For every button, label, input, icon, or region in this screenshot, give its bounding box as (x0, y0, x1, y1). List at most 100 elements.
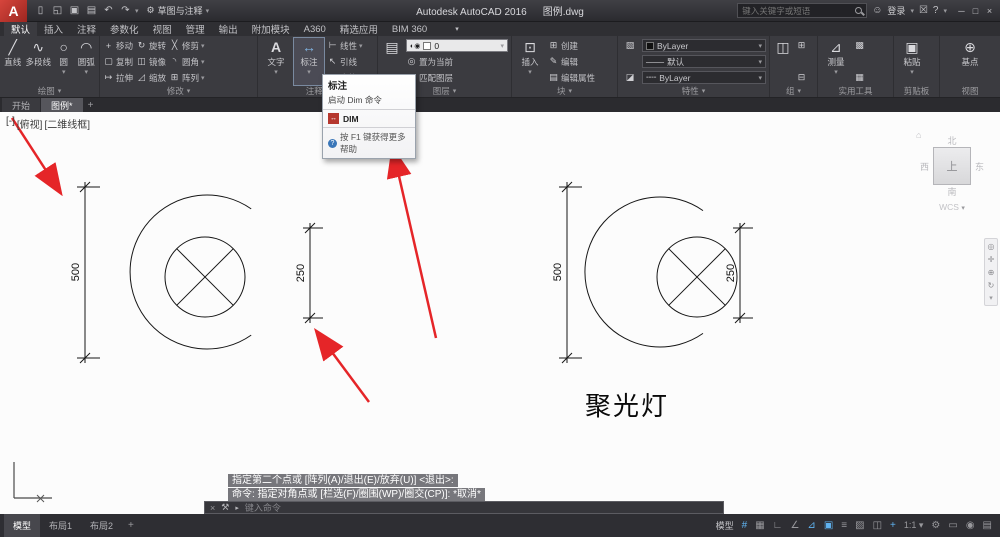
move-button[interactable]: + 移动 (103, 39, 133, 52)
viewcube-south[interactable]: 南 (916, 185, 988, 198)
viewcube-top-face[interactable]: 上 (933, 147, 971, 185)
tab-bim360[interactable]: BIM 360 (385, 22, 434, 36)
copy-button[interactable]: ▢ 复制 (103, 55, 133, 68)
rotate-button[interactable]: ↻ 旋转 (136, 39, 166, 52)
linetype-dropdown[interactable]: ╌╌ ByLayer ▾ (642, 71, 766, 84)
fillet-button[interactable]: ◝ 圆角 ▾ (169, 55, 205, 68)
signin-button[interactable]: 登录 (887, 4, 905, 17)
pan-icon[interactable]: ✛ (988, 255, 995, 264)
customize-wrench-icon[interactable]: ⚒ (221, 502, 229, 513)
command-input[interactable]: 键入命令 (245, 501, 281, 514)
match-properties-button[interactable]: ▧ (625, 39, 636, 52)
measure-flyout-icon[interactable]: ▾ (834, 68, 838, 76)
redo-icon[interactable]: ↷ (118, 5, 133, 16)
quick-select-button[interactable]: ▩ (854, 39, 865, 52)
selection-cycling-icon[interactable]: ◫ (873, 520, 882, 531)
search-icon[interactable] (855, 7, 863, 14)
lineweight-dropdown[interactable]: ─── 默认 ▾ (642, 55, 766, 68)
ungroup-button[interactable]: ⊟ (796, 71, 807, 84)
layout-tab-layout2[interactable]: 布局2 (81, 514, 122, 537)
viewport-visualstyle-control[interactable]: [二维线框] (44, 116, 90, 131)
panel-label-draw[interactable]: 绘图 ▾ (0, 85, 99, 97)
quick-properties-icon[interactable]: ▭ (948, 520, 957, 531)
plot-icon[interactable]: ▤ (84, 5, 99, 16)
panel-label-modify[interactable]: 修改 ▾ (100, 85, 257, 97)
paste-flyout-icon[interactable]: ▾ (910, 68, 914, 76)
edit-attributes-button[interactable]: ▤ 编辑属性 (548, 71, 595, 84)
dimension-button[interactable]: ↔ 标注 ▾ (293, 37, 325, 86)
panel-label-block[interactable]: 块 ▾ (512, 85, 617, 97)
edit-block-button[interactable]: ✎ 编辑 (548, 55, 595, 68)
customize-icon[interactable]: ▤ (983, 520, 992, 531)
group-edit-button[interactable]: ⊞ (796, 39, 807, 52)
leader-button[interactable]: ↖ 引线 (327, 55, 363, 68)
dimension-flyout-icon[interactable]: ▾ (307, 68, 311, 76)
drawing-area[interactable]: [-] [俯视] [二维线框] 500 250 500 250 聚光灯 ⌂ 北 … (0, 112, 1000, 514)
file-tab-document[interactable]: 图例* (41, 98, 83, 112)
tab-home[interactable]: 默认 (4, 22, 38, 36)
new-layout-button[interactable]: + (122, 514, 140, 537)
match-layer-button[interactable]: ⇆匹配图层 (406, 71, 508, 84)
zoom-icon[interactable]: ⊕ (988, 268, 995, 277)
ortho-icon[interactable]: ∟ (773, 520, 783, 531)
minimize-button[interactable]: ─ (955, 6, 968, 16)
app-menu-button[interactable]: A (0, 0, 27, 22)
tab-output[interactable]: 输出 (212, 22, 245, 36)
viewcube-home-icon[interactable]: ⌂ (916, 130, 921, 140)
panel-label-utilities[interactable]: 实用工具 (818, 85, 893, 97)
command-close-icon[interactable]: × (210, 503, 215, 513)
polar-tracking-icon[interactable]: ∠ (790, 520, 799, 531)
set-current-layer-button[interactable]: ◎ 置为当前 (406, 55, 508, 68)
base-point-button[interactable]: ⊕ 基点 (955, 38, 985, 85)
annotation-scale-button[interactable]: 1:1 ▾ (904, 520, 924, 531)
lineweight-display-icon[interactable]: ≡ (841, 520, 847, 531)
open-file-icon[interactable]: ◱ (50, 5, 65, 16)
osnap-icon[interactable]: ▣ (824, 520, 833, 531)
group-button[interactable]: ◫ (773, 38, 793, 85)
panel-label-groups[interactable]: 组 ▾ (770, 85, 817, 97)
transparency-icon[interactable]: ▨ (855, 520, 864, 531)
viewport-minimize-control[interactable]: [-] (6, 116, 15, 131)
tab-performance[interactable] (434, 22, 448, 36)
new-file-icon[interactable]: ▯ (33, 5, 48, 16)
viewcube-west[interactable]: 西 (920, 160, 929, 173)
tab-manage[interactable]: 管理 (179, 22, 212, 36)
measure-button[interactable]: ⊿ 测量 ▾ (821, 38, 851, 85)
viewport-view-control[interactable]: [俯视] (17, 116, 43, 131)
layout-tab-model[interactable]: 模型 (4, 514, 41, 537)
infocenter-searchbox[interactable] (737, 3, 868, 18)
properties-palette-button[interactable]: ◪ (625, 71, 636, 84)
orbit-icon[interactable]: ↻ (988, 281, 995, 290)
osnap-tracking-icon[interactable]: ⊿ (807, 520, 815, 531)
scale-button[interactable]: ◿ 缩放 (136, 71, 166, 84)
viewcube-east[interactable]: 东 (975, 160, 984, 173)
file-tab-start[interactable]: 开始 (2, 98, 41, 112)
drawing-canvas-svg[interactable]: 500 250 500 250 聚光灯 (0, 112, 1000, 514)
stretch-button[interactable]: ↦ 拉伸 (103, 71, 133, 84)
arc-button[interactable]: ◠ 圆弧 ▾ (77, 38, 97, 85)
insert-flyout-icon[interactable]: ▾ (528, 68, 532, 76)
grid-icon[interactable]: # (742, 520, 748, 531)
linear-dimension-button[interactable]: ⊢ 线性 ▾ (327, 39, 363, 52)
navbar-more-icon[interactable]: ▾ (989, 294, 993, 302)
tab-featured-apps[interactable]: 精选应用 (333, 22, 385, 36)
panel-label-view[interactable]: 视图 (940, 85, 1000, 97)
qat-customize-icon[interactable]: ▾ (135, 7, 139, 15)
signin-chevron-icon[interactable]: ▾ (910, 7, 914, 15)
tab-addins[interactable]: 附加模块 (245, 22, 297, 36)
recent-commands-icon[interactable]: ▸ (235, 504, 239, 512)
command-line[interactable]: × ⚒ ▸ 键入命令 (204, 501, 724, 514)
new-tab-button[interactable]: + (84, 98, 98, 112)
quick-calculator-button[interactable]: ▦ (854, 71, 865, 84)
navigation-wheel-icon[interactable]: ◎ (988, 242, 995, 251)
help-chevron-icon[interactable]: ▾ (943, 7, 947, 15)
paste-button[interactable]: ▣ 粘贴 ▾ (897, 38, 927, 85)
isolate-objects-icon[interactable]: ◉ (966, 520, 975, 531)
save-icon[interactable]: ▣ (67, 5, 82, 16)
dynamic-input-icon[interactable]: + (890, 520, 896, 531)
close-button[interactable]: × (983, 6, 996, 16)
exchange-apps-icon[interactable]: ☒ (919, 5, 928, 16)
tab-annotate[interactable]: 注释 (70, 22, 103, 36)
mirror-button[interactable]: ◫ 镜像 (136, 55, 166, 68)
array-flyout-icon[interactable]: ▾ (201, 74, 205, 82)
